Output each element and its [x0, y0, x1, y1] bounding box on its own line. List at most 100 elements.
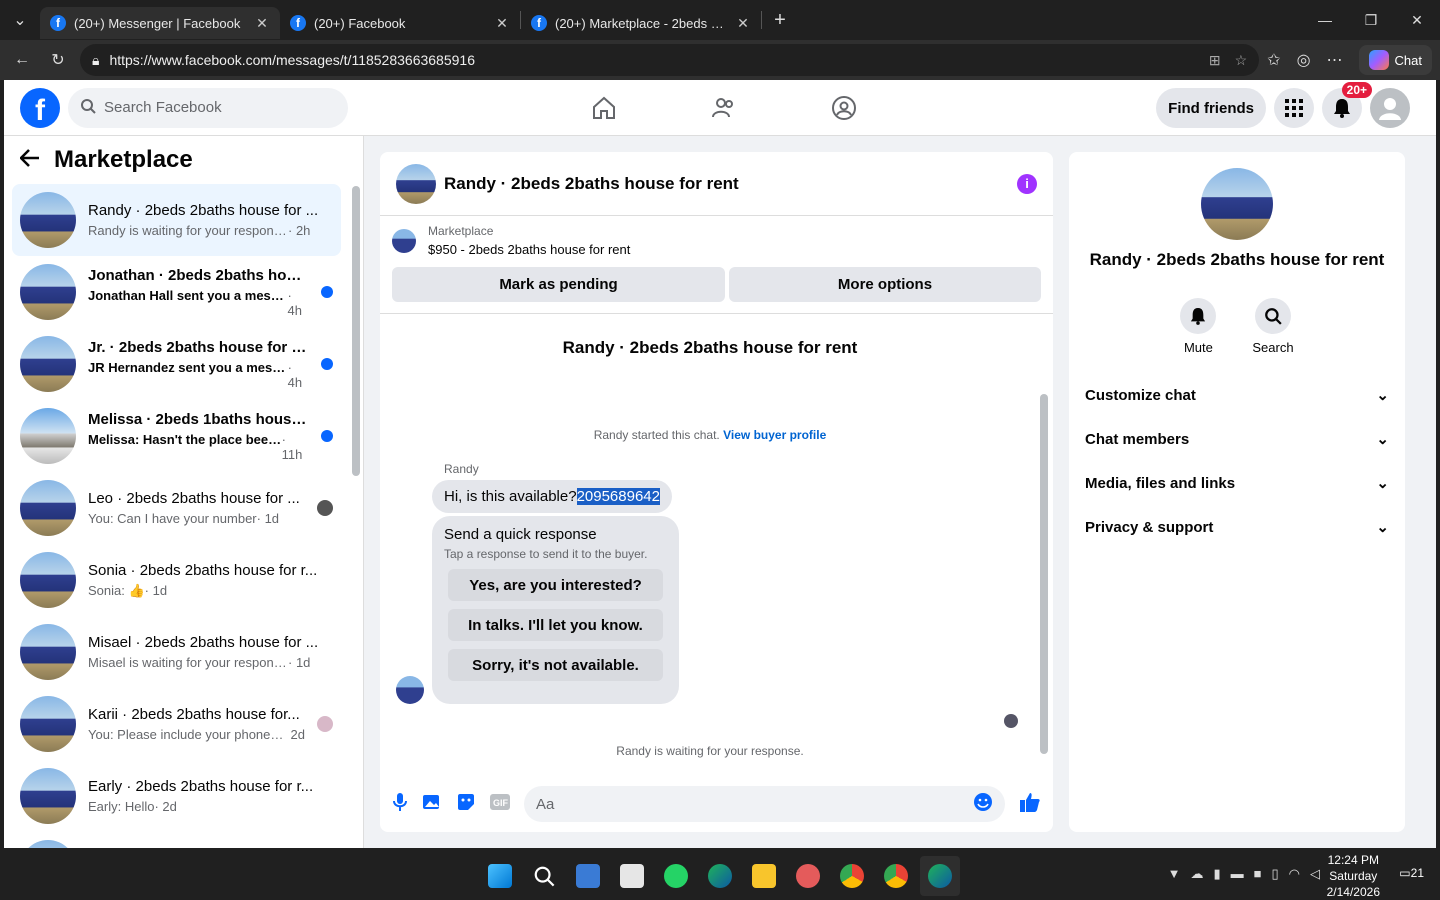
vpn-icon[interactable]: ▼	[1168, 866, 1181, 882]
conversation-item[interactable]: Melissa · 2beds 1baths house f... Meliss…	[12, 400, 341, 472]
listing-title[interactable]: $950 - 2beds 2baths house for rent	[428, 242, 630, 257]
wifi-icon[interactable]: ◠	[1289, 866, 1300, 882]
conversation-name: Randy · 2beds 2baths house for ...	[88, 202, 319, 219]
quick-reply-in-talks-button[interactable]: In talks. I'll let you know.	[448, 609, 663, 641]
close-tab-icon[interactable]: ✕	[494, 15, 510, 32]
account-avatar[interactable]	[1370, 88, 1410, 128]
tray-red-app-icon[interactable]: ■	[1254, 866, 1262, 882]
chat-members-section[interactable]: Chat members ⌄	[1069, 417, 1405, 461]
search-in-chat-button[interactable]: Search	[1252, 298, 1294, 355]
mute-button[interactable]: Mute	[1180, 298, 1217, 355]
refresh-icon[interactable]: ↻	[44, 46, 72, 74]
volume-icon[interactable]: ◁	[1310, 866, 1320, 882]
snipping-tool-icon[interactable]	[788, 856, 828, 896]
chat-title[interactable]: Randy · 2beds 2baths house for rent	[444, 174, 1009, 194]
notifications-bell-icon[interactable]: 20+	[1322, 82, 1372, 128]
tray-folder-icon[interactable]: ▬	[1231, 866, 1244, 882]
battery-icon[interactable]: ▯	[1272, 866, 1279, 882]
tab-list-button[interactable]: ⌄	[0, 0, 40, 40]
conversation-item[interactable]: Jonathan · 2beds 2baths hous... Jonathan…	[12, 256, 341, 328]
info-icon[interactable]: i	[1017, 173, 1037, 194]
chrome-icon[interactable]	[832, 856, 872, 896]
facebook-logo-icon[interactable]: f	[20, 87, 60, 128]
selected-phone-number[interactable]: 2095689642	[576, 488, 660, 505]
listing-thumbnail[interactable]	[392, 228, 416, 253]
conversation-item[interactable]: Karii · 2beds 2baths house for... You: P…	[12, 688, 341, 760]
conversation-item[interactable]	[12, 832, 341, 848]
conversation-item[interactable]: Sonia · 2beds 2baths house for r... Soni…	[12, 544, 341, 616]
conversation-item[interactable]: Leo · 2beds 2baths house for ... You: Ca…	[12, 472, 341, 544]
sender-avatar[interactable]	[396, 676, 424, 704]
home-icon[interactable]	[544, 80, 664, 136]
tab-marketplace[interactable]: f (20+) Marketplace - 2beds 2baths ✕	[521, 7, 761, 39]
find-friends-button[interactable]: Find friends	[1156, 88, 1266, 128]
close-tab-icon[interactable]: ✕	[735, 15, 751, 32]
back-arrow-icon[interactable]	[19, 148, 40, 172]
emoji-icon[interactable]	[973, 792, 993, 816]
url-bar[interactable]: 🔒︎ https://www.facebook.com/messages/t/1…	[80, 44, 1260, 76]
conversation-avatar	[20, 336, 76, 392]
favorites-icon[interactable]: ✩	[1267, 50, 1280, 70]
privacy-support-section[interactable]: Privacy & support ⌄	[1069, 505, 1405, 549]
microphone-icon[interactable]	[392, 792, 408, 817]
new-tab-button[interactable]: +	[762, 9, 798, 32]
more-options-button[interactable]: More options	[729, 267, 1041, 302]
favorite-star-icon[interactable]: ☆	[1235, 52, 1248, 69]
search-facebook-input[interactable]: Search Facebook	[68, 87, 348, 128]
chat-details-panel: Randy · 2beds 2baths house for rent Mute…	[1069, 152, 1405, 832]
seen-avatar-icon	[317, 716, 333, 732]
minimize-icon[interactable]: —	[1302, 12, 1348, 29]
close-window-icon[interactable]: ✕	[1394, 12, 1440, 29]
message-bubble[interactable]: Hi, is this available?2095689642	[432, 480, 672, 513]
tab-messenger[interactable]: f (20+) Messenger | Facebook ✕	[40, 7, 280, 39]
quick-reply-yes-button[interactable]: Yes, are you interested?	[448, 569, 663, 601]
customize-chat-section[interactable]: Customize chat ⌄	[1069, 373, 1405, 417]
store-icon[interactable]	[612, 856, 652, 896]
file-explorer-icon[interactable]	[744, 856, 784, 896]
taskbar-search-icon[interactable]	[524, 856, 564, 896]
back-icon[interactable]: ←	[8, 46, 36, 74]
clock[interactable]: 12:24 PM Saturday 2/14/2026	[1327, 852, 1380, 900]
conversation-item[interactable]: Randy · 2beds 2baths house for ... Randy…	[12, 184, 341, 256]
start-icon[interactable]	[480, 856, 520, 896]
whatsapp-icon[interactable]	[656, 856, 696, 896]
view-buyer-profile-link[interactable]: View buyer profile	[723, 428, 826, 442]
conversation-item[interactable]: Jr. · 2beds 2baths house for rent JR Her…	[12, 328, 341, 400]
conversation-item[interactable]: Early · 2beds 2baths house for r... Earl…	[12, 760, 341, 832]
gif-icon[interactable]: GIF	[490, 793, 510, 815]
restore-icon[interactable]: ❐	[1348, 12, 1394, 29]
notification-center-icon[interactable]: ▭21	[1399, 866, 1424, 880]
edge-icon[interactable]	[700, 856, 740, 896]
site-info-icon[interactable]: 🔒︎	[92, 52, 99, 69]
conversation-avatar	[20, 480, 76, 536]
tray-app-icon[interactable]: ▮	[1213, 866, 1220, 882]
chrome-profile-icon[interactable]	[876, 856, 916, 896]
widgets-icon[interactable]	[568, 856, 608, 896]
network-off-icon[interactable]: ☁	[1190, 866, 1203, 882]
photo-icon[interactable]	[422, 792, 442, 817]
details-avatar[interactable]	[1201, 168, 1273, 240]
conversation-item[interactable]: Misael · 2beds 2baths house for ... Misa…	[12, 616, 341, 688]
app-available-icon[interactable]: ⊞	[1209, 52, 1221, 69]
edge-active-icon[interactable]	[920, 856, 960, 896]
message-input[interactable]: Aa	[524, 786, 1005, 822]
profile-icon[interactable]: ◎	[1297, 50, 1311, 70]
quick-reply-not-available-button[interactable]: Sorry, it's not available.	[448, 649, 663, 681]
chat-avatar[interactable]	[396, 163, 436, 204]
conversation-avatar	[20, 408, 76, 464]
chat-scrollbar[interactable]	[1040, 394, 1048, 754]
thumbs-up-icon[interactable]	[1019, 791, 1041, 818]
media-files-links-section[interactable]: Media, files and links ⌄	[1069, 461, 1405, 505]
copilot-chat-button[interactable]: Chat	[1358, 45, 1432, 75]
list-scrollbar[interactable]	[352, 186, 360, 476]
close-tab-icon[interactable]: ✕	[254, 15, 270, 32]
groups-icon[interactable]	[784, 80, 904, 136]
clock-day: Saturday	[1329, 869, 1378, 883]
tab-facebook[interactable]: f (20+) Facebook ✕	[280, 7, 520, 39]
sticker-icon[interactable]	[456, 792, 476, 817]
section-label: Privacy & support	[1085, 518, 1214, 536]
friends-icon[interactable]	[664, 80, 784, 136]
menu-grid-icon[interactable]	[1274, 88, 1314, 128]
mark-as-pending-button[interactable]: Mark as pending	[392, 267, 725, 302]
more-menu-icon[interactable]: ⋯	[1327, 50, 1343, 70]
